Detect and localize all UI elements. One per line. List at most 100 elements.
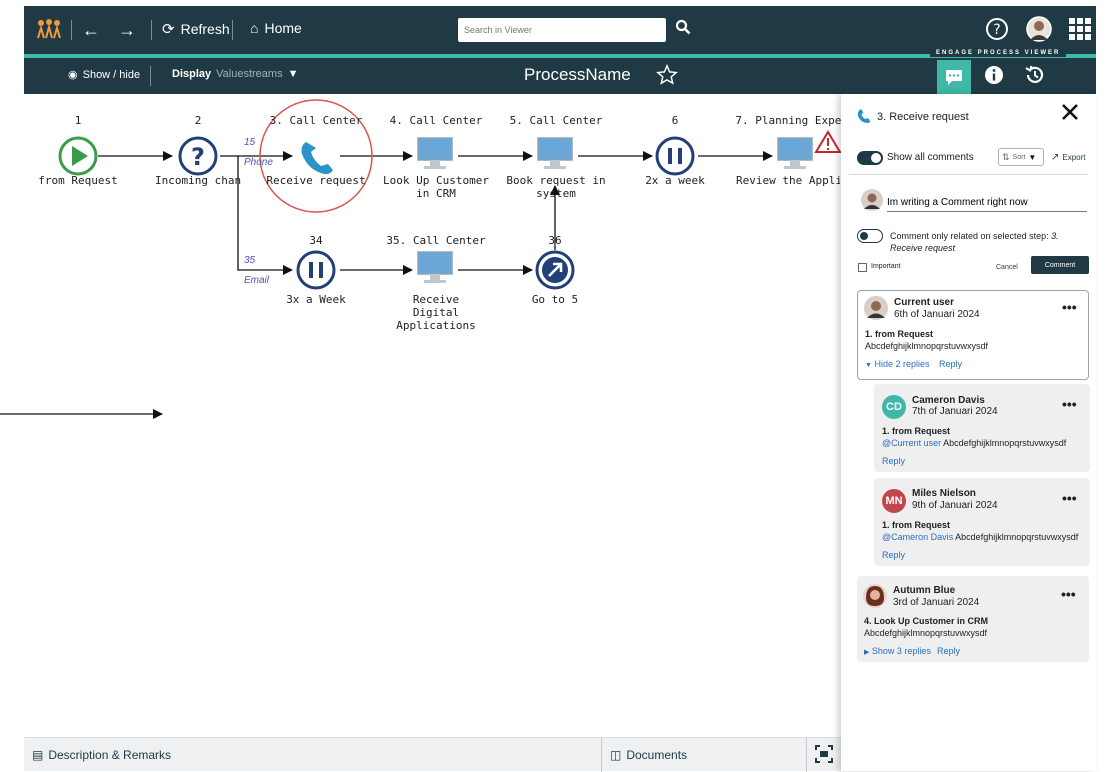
show-hide-toggle[interactable]: ◉ Show / hide [68, 68, 140, 82]
warning-icon [814, 130, 841, 153]
step-5-node[interactable] [537, 137, 573, 169]
caret-right-icon: ▶ [864, 649, 870, 656]
home-icon: ⌂ [250, 20, 259, 36]
tab-comments[interactable] [937, 60, 971, 94]
search-icon [675, 19, 691, 35]
step-label: Book request in system [506, 174, 606, 200]
step-only-toggle[interactable] [857, 229, 883, 243]
back-button[interactable]: ← [82, 20, 100, 41]
hide-replies-button[interactable]: ▼ Hide 2 replies [865, 359, 929, 369]
forward-button[interactable]: → [118, 20, 136, 41]
document-list-icon: ▤ [32, 748, 44, 762]
search-input[interactable] [458, 18, 666, 42]
fit-screen-button[interactable] [815, 745, 833, 768]
step-number: 3. Call Center [269, 114, 363, 127]
comment-author: Miles Nielson [912, 488, 976, 499]
tab-history[interactable] [1024, 64, 1046, 91]
sort-dropdown[interactable]: ⇅ Sort ▼ [998, 148, 1044, 166]
step-36-node[interactable] [535, 250, 575, 290]
important-checkbox[interactable] [858, 263, 867, 272]
refresh-button[interactable]: ⟳ Refresh [162, 20, 230, 38]
apps-grid-button[interactable] [1068, 17, 1092, 41]
avatar [864, 296, 888, 325]
step-7-node[interactable] [777, 137, 813, 169]
step-6-node[interactable] [655, 136, 695, 176]
show-all-label: Show all comments [887, 152, 974, 163]
export-button[interactable]: ↗ Export [1051, 152, 1086, 163]
avatar: MN [882, 489, 906, 513]
help-button[interactable]: ? [985, 17, 1009, 41]
favorite-star-button[interactable] [656, 63, 678, 91]
comment-icon [946, 70, 962, 85]
caret-down-icon: ▼ [1028, 152, 1037, 162]
comment-author: Autumn Blue [893, 585, 956, 596]
close-icon [1062, 104, 1078, 120]
more-options-button[interactable]: ••• [1062, 299, 1077, 315]
composer-avatar [861, 189, 883, 216]
comment-author: Current user [894, 297, 955, 308]
user-avatar-button[interactable] [1026, 16, 1052, 42]
step-34-node[interactable] [296, 250, 336, 290]
computer-icon [417, 251, 453, 275]
star-icon [656, 63, 678, 85]
info-icon [985, 66, 1003, 84]
more-options-button[interactable]: ••• [1062, 396, 1077, 412]
reply-button[interactable]: Reply [882, 550, 905, 560]
step-number: 6 [671, 114, 679, 127]
comment-card: Current user 6th of Januari 2024 ••• 1. … [857, 290, 1089, 380]
comments-panel: 3. Receive request Show all comments ⇅ S… [841, 94, 1096, 771]
reply-button[interactable]: Reply [939, 359, 962, 369]
cancel-button[interactable]: Cancel [996, 264, 1018, 271]
step-number: 2 [194, 114, 202, 127]
divider [806, 738, 807, 772]
sort-icon: ⇅ [1002, 151, 1010, 162]
user-avatar-icon [1026, 16, 1052, 42]
edge-label: Email [244, 275, 270, 286]
comment-submit-button[interactable]: Comment [1031, 256, 1089, 274]
top-bar: ← → ⟳ Refresh ⌂ Home ? [24, 6, 1096, 54]
display-dropdown[interactable]: Display Valuestreams ▼ [172, 68, 298, 80]
show-all-comments-toggle[interactable] [857, 151, 883, 165]
step-1-start-node[interactable] [58, 136, 98, 176]
comment-step: 1. from Request [882, 520, 951, 530]
step-35-node[interactable] [417, 251, 453, 283]
comment-text-line: @Cameron Davis Abcdefghijklmnopqrstuvwxy… [882, 532, 1079, 542]
step-label: Receive request [266, 174, 366, 187]
step-label: Incoming channe [155, 174, 241, 187]
export-icon: ↗ [1051, 152, 1060, 163]
pause-icon [668, 148, 672, 164]
comment-input[interactable] [887, 194, 1087, 212]
home-button[interactable]: ⌂ Home [250, 20, 302, 36]
step-3-node[interactable] [301, 142, 334, 175]
step-4-node[interactable] [417, 137, 453, 169]
description-remarks-tab[interactable]: ▤ Description & Remarks [32, 748, 171, 762]
question-icon: ? [191, 143, 205, 171]
app-logo-icon[interactable] [36, 18, 62, 40]
step-only-label: Comment only related on selected step: 3… [890, 231, 1059, 253]
show-replies-button[interactable]: ▶ Show 3 replies [864, 646, 931, 656]
search-button[interactable] [675, 19, 691, 35]
more-options-button[interactable]: ••• [1061, 586, 1076, 602]
arrow-right-icon: → [118, 20, 136, 40]
step-2-gateway-node[interactable]: ? [178, 136, 218, 176]
process-title: ProcessName [524, 65, 631, 84]
tab-info[interactable] [984, 65, 1004, 90]
avatar: CD [882, 395, 906, 419]
mention-link[interactable]: @Current user [882, 438, 941, 448]
pause-icon [309, 262, 313, 278]
brand-label: ENGAGE PROCESS VIEWER [930, 49, 1067, 57]
reply-card: CD Cameron Davis 7th of Januari 2024 •••… [874, 384, 1090, 472]
documents-tab[interactable]: ◫ Documents [610, 748, 687, 762]
more-options-button[interactable]: ••• [1062, 490, 1077, 506]
avatar [863, 584, 887, 613]
fit-screen-icon [815, 745, 833, 763]
close-panel-button[interactable] [1061, 103, 1079, 126]
step-number: 36 [548, 234, 562, 247]
comment-step: 1. from Request [882, 426, 951, 436]
reply-button[interactable]: Reply [882, 456, 905, 466]
comment-step: 4. Look Up Customer in CRM [864, 616, 989, 626]
comment-author: Cameron Davis [912, 395, 985, 406]
step-number: 35. Call Center [386, 234, 486, 247]
mention-link[interactable]: @Cameron Davis [882, 532, 953, 542]
reply-button[interactable]: Reply [937, 646, 960, 656]
